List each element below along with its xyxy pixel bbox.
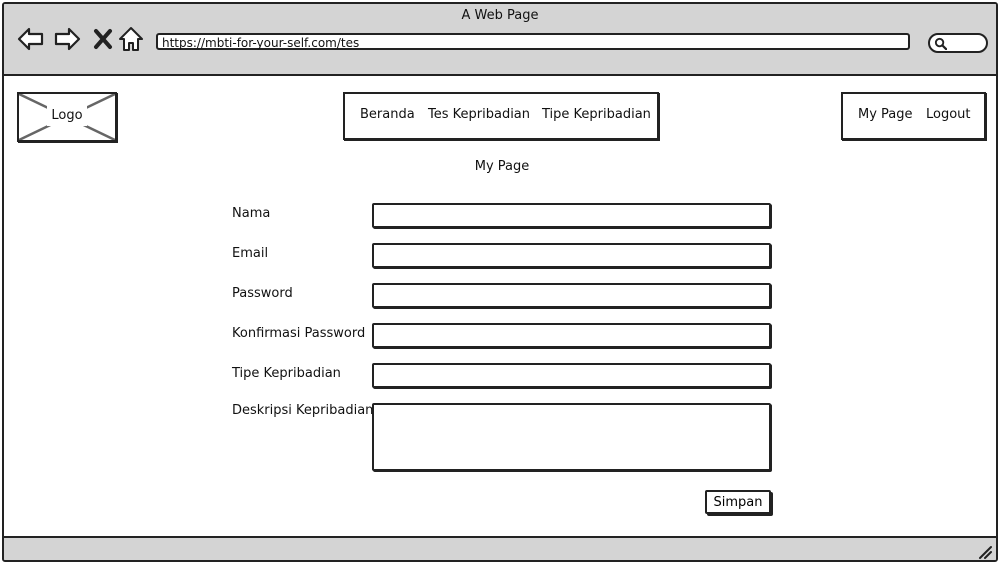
- nav-tes-kepribadian[interactable]: Tes Kepribadian: [428, 107, 530, 122]
- nav-beranda[interactable]: Beranda: [360, 107, 415, 122]
- password-label: Password: [232, 286, 293, 301]
- resize-grip-icon[interactable]: [978, 545, 992, 559]
- page-title: My Page: [474, 159, 530, 174]
- close-x-icon: [94, 29, 112, 49]
- window-title: A Web Page: [461, 8, 539, 23]
- logo: Logo: [17, 92, 117, 142]
- browser-search[interactable]: [928, 33, 988, 53]
- personality-description-label: Deskripsi Kepribadian: [232, 403, 374, 418]
- user-navigation: My Page Logout: [841, 92, 986, 140]
- home-button[interactable]: [116, 24, 146, 54]
- email-label: Email: [232, 246, 269, 261]
- personality-type-label: Tipe Kepribadian: [232, 366, 341, 381]
- personality-description-textarea[interactable]: [372, 403, 771, 471]
- main-navigation: Beranda Tes Kepribadian Tipe Kepribadian: [343, 92, 659, 140]
- nav-tipe-kepribadian[interactable]: Tipe Kepribadian: [542, 107, 651, 122]
- back-button[interactable]: [16, 24, 46, 54]
- stop-button[interactable]: [88, 24, 118, 54]
- browser-toolbar: A Web Page https://mbti-for-your-self.co…: [4, 4, 996, 76]
- browser-window: A Web Page https://mbti-for-your-self.co…: [2, 2, 998, 562]
- personality-type-input[interactable]: [372, 363, 771, 388]
- logo-label: Logo: [47, 106, 87, 126]
- nama-label: Nama: [232, 206, 271, 221]
- address-bar[interactable]: https://mbti-for-your-self.com/tes: [156, 33, 910, 50]
- forward-button[interactable]: [52, 24, 82, 54]
- password-input[interactable]: [372, 283, 771, 308]
- home-icon: [119, 27, 143, 51]
- forward-arrow-icon: [54, 27, 81, 51]
- confirm-password-input[interactable]: [372, 323, 771, 348]
- nama-input[interactable]: [372, 203, 771, 228]
- save-button[interactable]: Simpan: [705, 490, 771, 514]
- search-icon: [934, 37, 947, 50]
- status-bar: [4, 536, 996, 560]
- confirm-password-label: Konfirmasi Password: [232, 326, 366, 341]
- back-arrow-icon: [17, 27, 44, 51]
- nav-logout[interactable]: Logout: [926, 107, 971, 122]
- email-input[interactable]: [372, 243, 771, 268]
- nav-my-page[interactable]: My Page: [858, 107, 913, 122]
